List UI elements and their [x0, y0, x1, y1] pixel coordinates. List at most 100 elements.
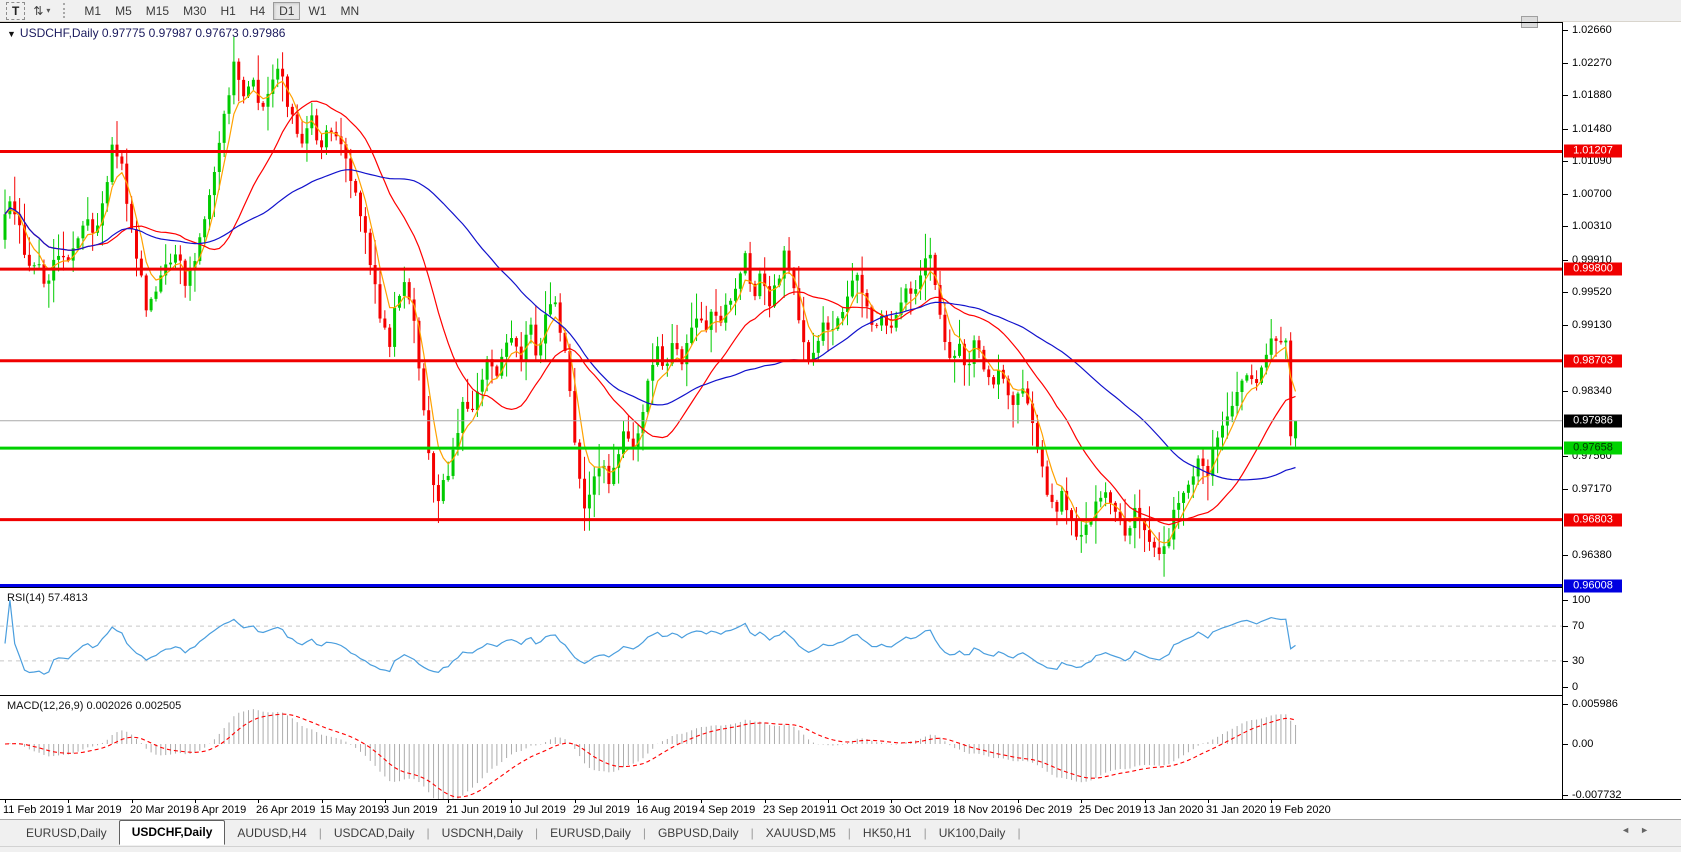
date-axis-label: 26 Apr 2019 — [256, 804, 316, 816]
timeframe-button-m15[interactable]: M15 — [140, 2, 175, 20]
chart-tab-uk100-daily[interactable]: UK100,Daily — [927, 822, 1018, 845]
timeframe-button-m1[interactable]: M1 — [78, 2, 107, 20]
macd-axis-tick — [1563, 795, 1568, 796]
date-axis-label: 11 Feb 2019 — [3, 804, 64, 816]
price-axis-label: 0.96380 — [1572, 549, 1612, 561]
rsi-axis-tick — [1563, 600, 1568, 601]
timeframe-button-w1[interactable]: W1 — [302, 2, 332, 20]
date-axis[interactable]: 11 Feb 2019 1 Mar 2019 20 Mar 2019 8 Apr 20… — [0, 800, 1681, 819]
chart-tab-usdcnh-daily[interactable]: USDCNH,Daily — [430, 822, 535, 845]
date-axis-tick — [575, 800, 576, 803]
date-axis-label: 6 Dec 2019 — [1016, 804, 1073, 816]
chart-tab-gbpusd-daily[interactable]: GBPUSD,Daily — [646, 822, 751, 845]
timeframe-button-m30[interactable]: M30 — [177, 2, 212, 20]
tab-scroll-right-icon[interactable]: ► — [1640, 825, 1659, 835]
tab-scroll-left-icon[interactable]: ◄ — [1621, 825, 1640, 835]
rsi-axis-tick — [1563, 687, 1568, 688]
price-axis-label: 0.99520 — [1572, 286, 1612, 298]
rsi-chart-canvas[interactable] — [0, 588, 1562, 695]
date-axis-tick — [258, 800, 259, 803]
chart-tab-bar: EURUSD,Daily USDCHF,Daily AUDUSD,H4 | USDCAD… — [0, 819, 1681, 846]
price-axis-label: 0.98340 — [1572, 385, 1612, 397]
timeframe-button-h1[interactable]: H1 — [214, 2, 241, 20]
price-axis-tick — [1563, 260, 1568, 261]
date-axis-label: 15 May 2019 — [320, 804, 384, 816]
date-axis-tick — [891, 800, 892, 803]
date-axis-label: 16 Aug 2019 — [636, 804, 698, 816]
date-axis-tick — [955, 800, 956, 803]
price-axis-tick — [1563, 325, 1568, 326]
price-axis-tick — [1563, 555, 1568, 556]
price-tag-current: 0.97986 — [1564, 414, 1622, 428]
date-axis-tick — [322, 800, 323, 803]
price-axis[interactable]: 1.02660 1.02270 1.01880 1.01480 1.01090 1.007… — [1562, 22, 1681, 801]
timeframe-button-h4[interactable]: H4 — [244, 2, 271, 20]
date-axis-tick — [828, 800, 829, 803]
rsi-axis-tick — [1563, 661, 1568, 662]
price-axis-tick — [1563, 226, 1568, 227]
price-axis-tick — [1563, 95, 1568, 96]
timeframe-button-mn[interactable]: MN — [334, 2, 365, 20]
toolbar-grip[interactable] — [63, 3, 69, 18]
date-axis-tick — [5, 800, 6, 803]
macd-axis-tick — [1563, 744, 1568, 745]
date-axis-tick — [701, 800, 702, 803]
date-axis-tick — [1271, 800, 1272, 803]
chart-tab-eurusd-daily[interactable]: EURUSD,Daily — [14, 822, 119, 845]
price-axis-label: 1.01880 — [1572, 89, 1612, 101]
date-axis-label: 30 Oct 2019 — [889, 804, 949, 816]
chart-tab-usdcad-daily[interactable]: USDCAD,Daily — [322, 822, 427, 845]
macd-chart-canvas[interactable] — [0, 696, 1562, 799]
chart-tab-eurusd-daily[interactable]: EURUSD,Daily — [538, 822, 643, 845]
macd-axis-label: 0.00 — [1572, 738, 1594, 750]
chart-tab-usdchf-daily[interactable]: USDCHF,Daily — [118, 819, 226, 845]
date-axis-label: 11 Oct 2019 — [826, 804, 886, 816]
price-axis-tick — [1563, 391, 1568, 392]
price-tag-resistance: 0.96803 — [1564, 513, 1622, 527]
timeframe-button-m5[interactable]: M5 — [109, 2, 138, 20]
date-axis-tick — [765, 800, 766, 803]
price-axis-tick — [1563, 489, 1568, 490]
date-axis-tick — [448, 800, 449, 803]
date-axis-label: 13 Jan 2020 — [1143, 804, 1204, 816]
chart-tab-hk50-h1[interactable]: HK50,H1 — [851, 822, 924, 845]
chart-title: ▼ USDCHF,Daily 0.97775 0.97987 0.97673 0.… — [7, 26, 285, 40]
date-axis-label: 8 Apr 2019 — [193, 804, 247, 816]
date-axis-label: 21 Jun 2019 — [446, 804, 507, 816]
price-axis-label: 0.97170 — [1572, 483, 1612, 495]
date-axis-label: 25 Dec 2019 — [1079, 804, 1142, 816]
price-axis-tick — [1563, 292, 1568, 293]
zorder-tool-button[interactable]: ⇅ ▾ — [27, 2, 56, 20]
date-axis-label: 23 Sep 2019 — [763, 804, 826, 816]
date-axis-label: 1 Mar 2019 — [66, 804, 122, 816]
status-bar — [0, 846, 1681, 852]
macd-axis-label: 0.005986 — [1572, 698, 1618, 710]
macd-axis-tick — [1563, 704, 1568, 705]
date-axis-tick — [1081, 800, 1082, 803]
text-tool-button[interactable]: T — [6, 1, 26, 20]
price-axis-label: 0.99130 — [1572, 319, 1612, 331]
price-axis-tick — [1563, 456, 1568, 457]
date-axis-tick — [132, 800, 133, 803]
chart-tab-audusd-h4[interactable]: AUDUSD,H4 — [225, 822, 318, 845]
top-toolbar: T ⇅ ▾ M1 M5 M15 M30 H1 H4 D1 W1 MN — [0, 0, 1681, 22]
date-axis-tick — [511, 800, 512, 803]
rsi-axis-label: 0 — [1572, 681, 1579, 693]
chart-tab-xauusd-m5[interactable]: XAUUSD,M5 — [754, 822, 848, 845]
timeframe-button-d1[interactable]: D1 — [273, 1, 301, 20]
price-axis-tick — [1563, 194, 1568, 195]
main-chart-canvas[interactable] — [0, 23, 1562, 587]
symbol-dropdown-icon[interactable]: ▼ — [7, 29, 16, 39]
macd-label: MACD(12,26,9) 0.002026 0.002505 — [7, 700, 182, 712]
price-axis-label: 1.02660 — [1572, 24, 1612, 36]
date-axis-label: 10 Jul 2019 — [509, 804, 566, 816]
price-axis-label: 1.00700 — [1572, 188, 1612, 200]
price-tag-resistance: 1.01207 — [1564, 144, 1622, 158]
date-axis-label: 20 Mar 2019 — [130, 804, 192, 816]
date-axis-tick — [638, 800, 639, 803]
date-axis-label: 4 Sep 2019 — [699, 804, 756, 816]
rsi-axis-tick — [1563, 626, 1568, 627]
date-axis-tick — [1208, 800, 1209, 803]
chevron-down-icon: ▾ — [46, 6, 51, 15]
rsi-axis-label: 30 — [1572, 655, 1585, 667]
